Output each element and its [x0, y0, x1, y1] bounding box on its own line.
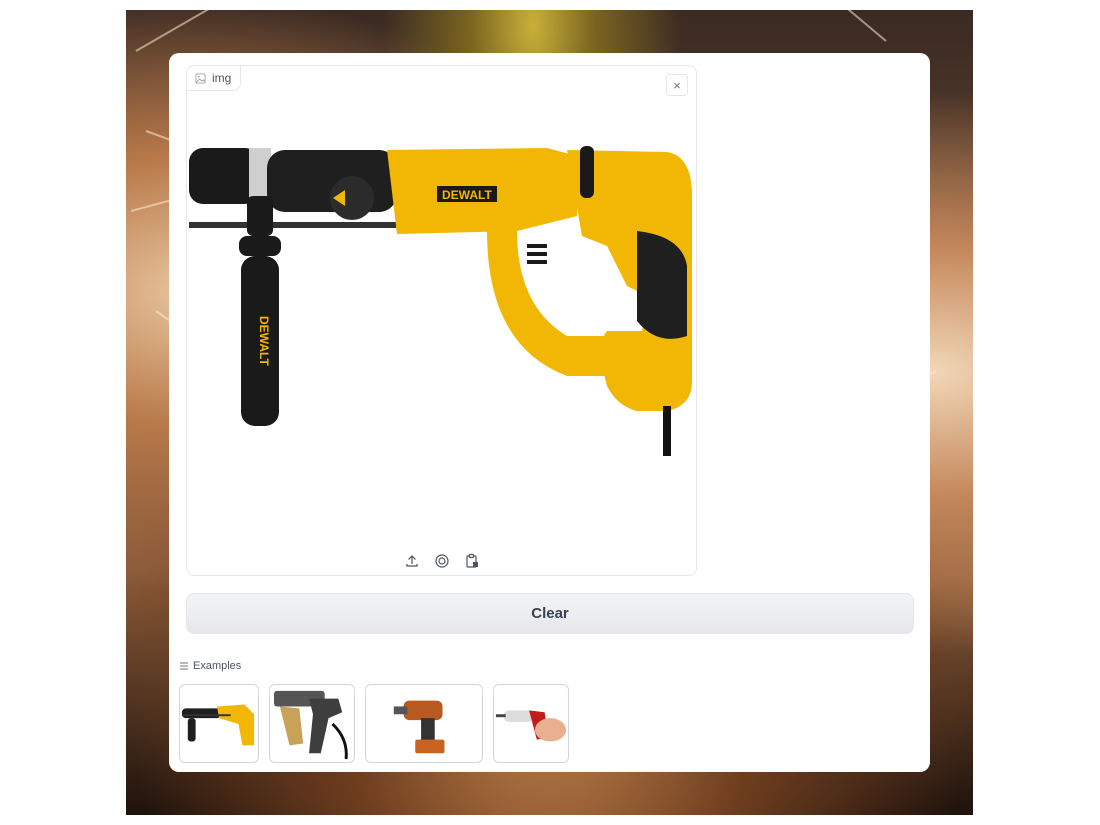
cordless-drill-image: [393, 700, 445, 754]
clear-image-button[interactable]: ×: [666, 74, 688, 96]
drill-image: DEWALT DEWALT: [189, 146, 692, 456]
example-thumbnail[interactable]: [365, 684, 483, 763]
svg-text:DEWALT: DEWALT: [257, 316, 271, 366]
image-label: img: [187, 66, 242, 91]
example-thumbnail[interactable]: [179, 684, 259, 763]
webcam-icon[interactable]: [434, 553, 450, 569]
examples-header: Examples: [179, 660, 241, 672]
example-thumbnail[interactable]: [269, 684, 355, 763]
image-icon: [195, 72, 206, 84]
svg-text:DEWALT: DEWALT: [442, 188, 492, 202]
clipboard-icon[interactable]: [464, 553, 480, 569]
cordless-screwdriver-image: [495, 710, 567, 742]
clear-button[interactable]: Clear: [186, 593, 914, 634]
image-label-text: img: [212, 71, 232, 85]
image-input[interactable]: img × DEWALT DEWALT: [186, 65, 697, 576]
upload-icon[interactable]: [404, 553, 420, 569]
rotary-hammer-drill-image: [181, 704, 255, 746]
examples-label: Examples: [193, 660, 242, 672]
close-icon: ×: [673, 77, 681, 93]
example-thumbnail[interactable]: [493, 684, 569, 763]
image-source-bar: [187, 553, 696, 575]
list-icon: [180, 662, 188, 670]
collated-screw-gun-image: [273, 690, 348, 760]
